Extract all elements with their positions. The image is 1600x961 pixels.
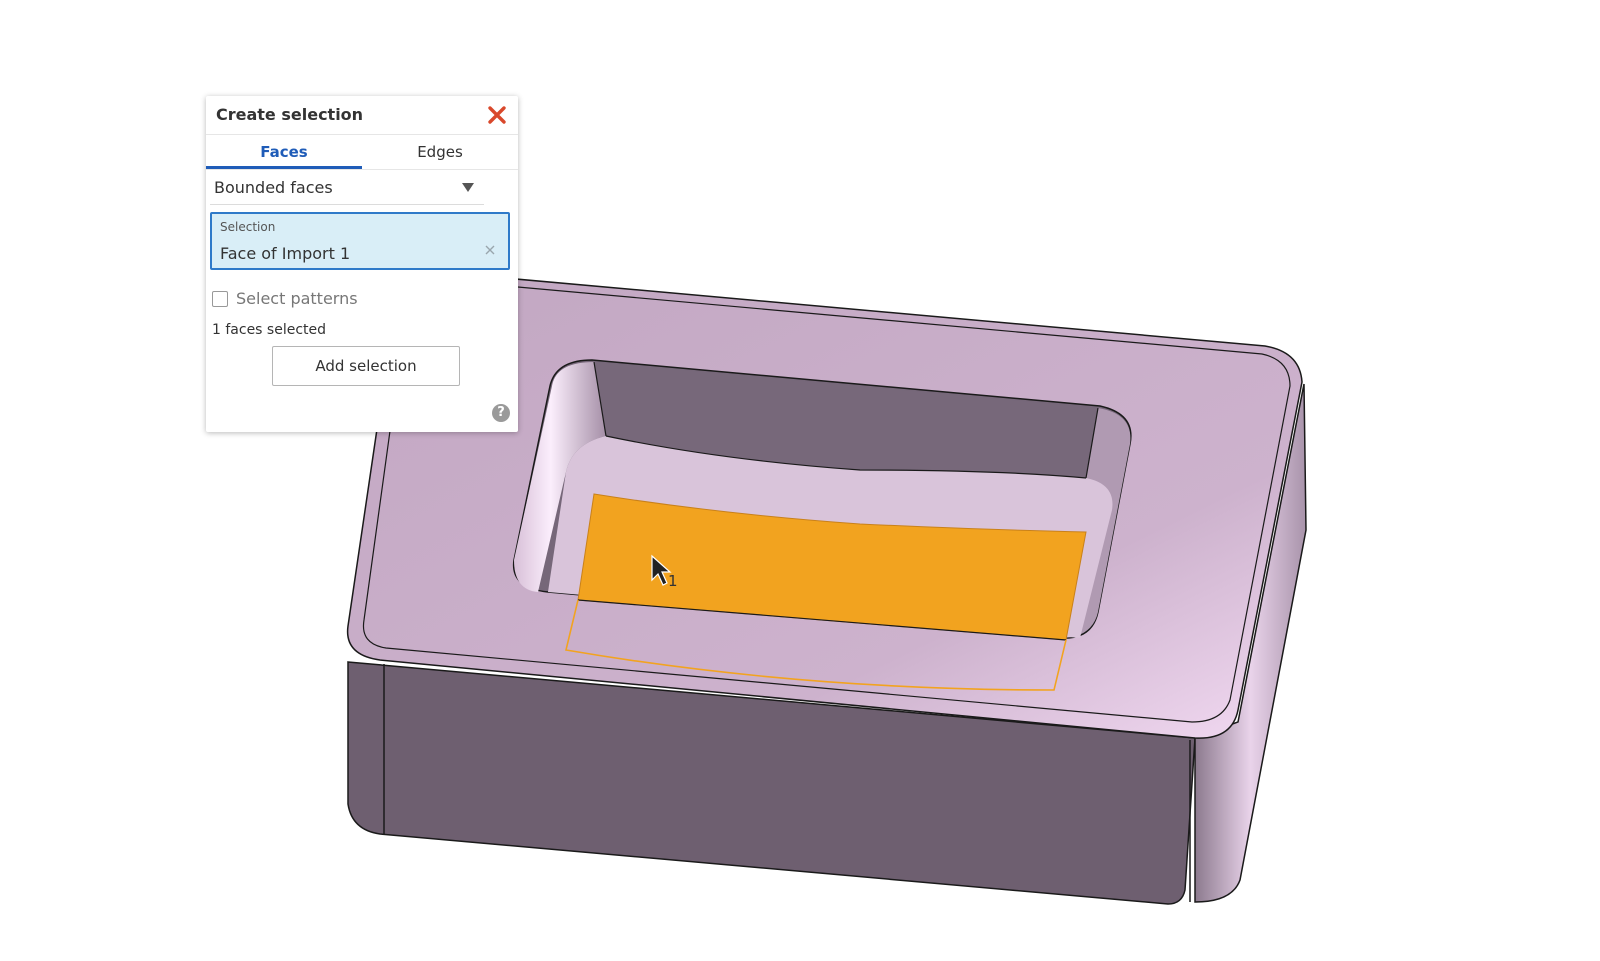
selection-field-value: Face of Import 1	[220, 244, 351, 263]
tab-edges[interactable]: Edges	[362, 135, 518, 168]
help-icon[interactable]: ?	[492, 404, 510, 422]
close-button[interactable]	[484, 102, 510, 128]
faces-selected-count: 1 faces selected	[212, 322, 327, 338]
cursor-badge: 1	[668, 572, 678, 590]
select-patterns-label: Select patterns	[236, 289, 358, 308]
close-icon[interactable]	[484, 102, 510, 128]
clear-icon[interactable]	[482, 242, 498, 258]
panel-header: Create selection	[206, 96, 518, 135]
chevron-down-icon[interactable]	[462, 183, 474, 192]
tab-bar: Faces Edges	[206, 135, 518, 170]
add-selection-button[interactable]: Add selection	[272, 346, 460, 386]
selection-field-label: Selection	[220, 220, 276, 234]
selection-field[interactable]: Selection Face of Import 1	[210, 212, 510, 270]
panel-title: Create selection	[216, 105, 364, 124]
dropdown-value: Bounded faces	[214, 178, 333, 197]
selection-type-dropdown[interactable]: Bounded faces	[210, 172, 484, 205]
select-patterns-checkbox[interactable]	[212, 291, 228, 307]
create-selection-panel: Create selection Faces Edges Bounded fac…	[206, 96, 518, 432]
tab-faces[interactable]: Faces	[206, 135, 362, 169]
